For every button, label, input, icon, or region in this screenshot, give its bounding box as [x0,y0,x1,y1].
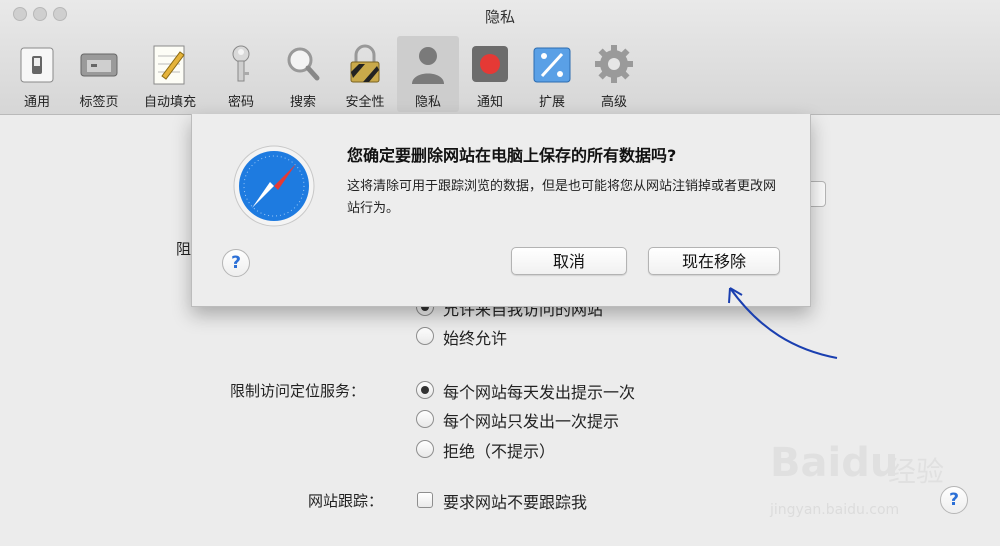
toolbar-label: 安全性 [345,95,385,110]
toolbar-tab-security[interactable]: 安全性 [334,36,396,112]
tabs-icon [80,53,118,77]
dialog-message: 这将清除可用于跟踪浏览的数据，但是也可能将您从网站注销掉或者更改网站行为。 [347,179,777,216]
toolbar-label: 隐私 [414,95,441,110]
toolbar-tab-extensions[interactable]: 扩展 [521,36,583,112]
general-switch-icon [20,47,54,83]
watermark-url: jingyan.baidu.com [770,502,900,518]
puzzle-icon [533,47,571,83]
toolbar-label: 扩展 [538,95,565,110]
cancel-button[interactable]: 取消 [511,247,627,275]
watermark-suffix: 经验 [888,455,945,488]
toolbar-tab-passwords[interactable]: 密码 [210,36,272,112]
window-titlebar: 隐私 通用 标签页 自动填充 密码 搜索 安全性 隐私 通知 扩展 高级 [0,0,1000,115]
safari-compass-icon [233,145,315,227]
tracking-label: 网站跟踪： [308,492,384,510]
toolbar-tab-advanced[interactable]: 高级 [583,36,645,112]
cookie-radio-always-allow[interactable] [416,327,434,345]
location-radio-deny[interactable] [416,440,434,458]
toolbar-label: 通知 [476,95,503,110]
location-option-once: 每个网站只发出一次提示 [443,412,620,431]
dialog-title: 您确定要删除网站在电脑上保存的所有数据吗? [347,146,677,165]
toolbar-tab-tabs[interactable]: 标签页 [68,36,130,112]
cookies-label-partial: 阻 [176,240,192,258]
toolbar-tab-privacy[interactable]: 隐私 [397,36,459,112]
do-not-track-label: 要求网站不要跟踪我 [443,493,588,512]
toolbar-tab-general[interactable]: 通用 [6,36,68,112]
location-option-daily: 每个网站每天发出提示一次 [443,383,636,402]
toolbar-label: 高级 [600,95,627,110]
toolbar-label: 搜索 [289,95,316,110]
dialog-help-button[interactable]: ? [222,249,250,277]
cookie-option-always-allow: 始终允许 [443,329,508,348]
manage-data-button-edge[interactable] [809,181,826,207]
toolbar-tab-search[interactable]: 搜索 [272,36,334,112]
toolbar-tab-notifications[interactable]: 通知 [459,36,521,112]
location-radio-daily[interactable] [416,381,434,399]
autofill-pencil-icon [153,45,185,85]
toolbar-label: 通用 [23,95,50,110]
location-radio-once[interactable] [416,410,434,428]
watermark-brand: Baidu [770,440,899,486]
do-not-track-checkbox[interactable] [417,492,433,508]
window-title: 隐私 [484,8,515,26]
baidu-watermark: Baidu 经验 jingyan.baidu.com [770,440,970,530]
location-option-deny: 拒绝（不提示） [443,442,556,461]
person-silhouette-icon [412,47,444,84]
toolbar-label: 自动填充 [143,95,196,110]
padlock-icon [350,44,380,83]
toolbar-tab-autofill[interactable]: 自动填充 [139,36,201,112]
key-icon [232,45,250,82]
record-icon [472,46,508,82]
annotation-arrow-icon [728,287,838,359]
toolbar-label: 标签页 [79,95,119,110]
magnifier-icon [287,47,320,81]
gear-icon [595,45,633,83]
toolbar-label: 密码 [227,95,254,110]
location-label: 限制访问定位服务： [230,382,366,400]
